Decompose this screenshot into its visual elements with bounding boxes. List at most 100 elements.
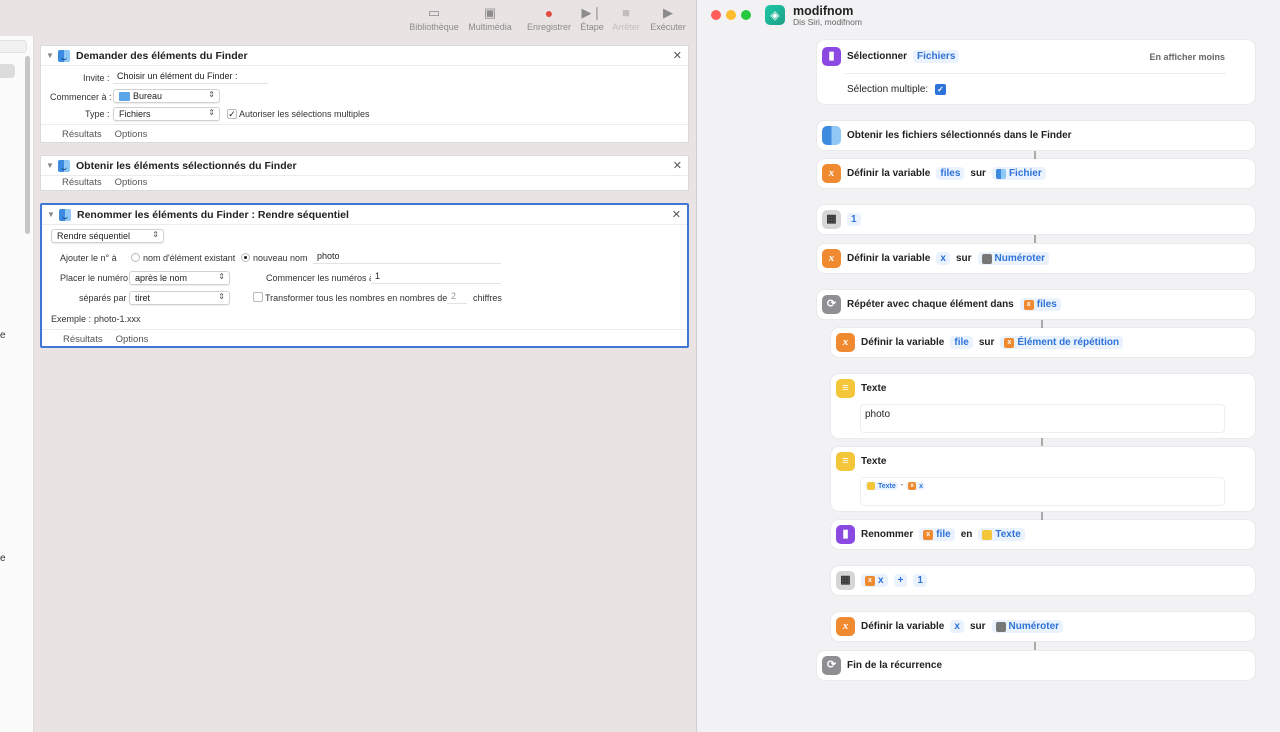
close-icon[interactable]: ✕ [673, 49, 682, 62]
operand-value-token[interactable]: 1 [913, 574, 927, 587]
set-variable-files-action[interactable]: x Définir la variable files sur Fichier [817, 159, 1255, 188]
transform-numbers-label: Transformer tous les nombres en nombres … [265, 293, 448, 303]
options-tab[interactable]: Options [115, 177, 148, 188]
calculator-icon: ▦ [822, 210, 841, 229]
library-scrollbar[interactable] [25, 56, 30, 234]
text-icon [867, 482, 875, 490]
library-selected-item[interactable] [0, 64, 15, 78]
shortcuts-window: ◈ modifnom Dis Siri, modifnom ▮ Sélectio… [696, 0, 1280, 732]
transform-numbers-checkbox[interactable] [253, 292, 263, 302]
results-tab[interactable]: Résultats [62, 177, 102, 188]
separator-popup[interactable]: tiret [129, 291, 230, 305]
window-close-button[interactable] [711, 10, 721, 20]
files-type-token[interactable]: Fichiers [913, 50, 960, 63]
show-less-button[interactable]: En afficher moins [1149, 52, 1225, 62]
rename-finder-items-action[interactable]: ▼ Renommer les éléments du Finder : Rend… [40, 203, 689, 348]
library-button[interactable]: ▭ Bibliothèque [408, 4, 460, 32]
disclosure-chevron-icon[interactable]: ▼ [47, 210, 59, 219]
get-finder-selection-action[interactable]: Obtenir les fichiers sélectionnés dans l… [817, 121, 1255, 150]
number-action[interactable]: ▦ 1 [817, 205, 1255, 234]
play-icon: ▶ [663, 5, 673, 20]
existing-name-radio[interactable] [131, 253, 140, 262]
options-tab[interactable]: Options [115, 129, 148, 140]
repeat-each-action[interactable]: ⟳ Répéter avec chaque élément dans x file… [817, 290, 1255, 319]
text-concat-action[interactable]: ≡ Texte Texte - xx [831, 447, 1255, 511]
close-icon[interactable]: ✕ [672, 208, 681, 221]
multi-select-checkbox[interactable]: ✓ [227, 109, 237, 119]
invite-field[interactable]: Choisir un élément du Finder : [113, 70, 268, 84]
start-at-popup[interactable]: Bureau [113, 89, 220, 103]
rename-target-token[interactable]: x file [919, 528, 955, 541]
sidebar-icon: ▭ [427, 5, 441, 20]
variable-icon: x [1023, 299, 1034, 310]
repeat-icon: ⟳ [822, 295, 841, 314]
step-button[interactable]: ▶❘ Étape [578, 4, 606, 32]
variable-icon: x [836, 333, 855, 352]
media-icon: ▣ [483, 5, 497, 20]
type-popup[interactable]: Fichiers [113, 107, 220, 121]
text-content-field[interactable]: Texte - xx [860, 477, 1225, 506]
operator-token[interactable]: + [893, 574, 908, 587]
action-connector [355, 191, 375, 201]
variable-icon: x [822, 164, 841, 183]
variable-token[interactable]: xx [906, 482, 926, 490]
disclosure-chevron-icon[interactable]: ▼ [46, 51, 58, 60]
variable-value-token[interactable]: Numéroter [991, 620, 1064, 633]
finder-icon [58, 159, 70, 172]
end-repeat-action[interactable]: ⟳ Fin de la récurrence [817, 651, 1255, 680]
rename-mode-popup[interactable]: Rendre séquentiel [51, 229, 164, 243]
set-variable-file-action[interactable]: x Définir la variable file sur x Élément … [831, 328, 1255, 357]
start-numbers-field[interactable]: 1 [371, 270, 501, 284]
variable-name-token[interactable]: files [936, 167, 965, 180]
window-minimize-button[interactable] [726, 10, 736, 20]
run-button[interactable]: ▶ Exécuter [648, 4, 688, 32]
text-token[interactable]: Texte [865, 482, 898, 490]
shortcut-title[interactable]: modifnom [793, 4, 853, 18]
stop-button[interactable]: ■ Arrêter [611, 4, 641, 32]
set-variable-x-action[interactable]: x Définir la variable x sur Numéroter [831, 612, 1255, 641]
number-token[interactable]: 1 [847, 213, 861, 226]
close-icon[interactable]: ✕ [673, 159, 682, 172]
variable-name-token[interactable]: file [950, 336, 973, 349]
repeat-source-token[interactable]: x files [1019, 298, 1061, 311]
text-content-field[interactable]: photo [860, 404, 1225, 433]
digits-field[interactable]: 2 [447, 290, 467, 304]
variable-name-token[interactable]: x [950, 620, 964, 633]
variable-name-token[interactable]: x [936, 252, 950, 265]
calculate-action[interactable]: ▦ xx + 1 [831, 566, 1255, 595]
set-variable-x-action[interactable]: x Définir la variable x sur Numéroter [817, 244, 1255, 273]
window-zoom-button[interactable] [741, 10, 751, 20]
action-header[interactable]: ▼ Demander des éléments du Finder ✕ [41, 46, 688, 66]
record-button[interactable]: ● Enregistrer [525, 4, 573, 32]
rename-value-token[interactable]: Texte [978, 528, 1025, 541]
results-tab[interactable]: Résultats [62, 129, 102, 140]
text-photo-action[interactable]: ≡ Texte photo [831, 374, 1255, 438]
finder-icon [59, 208, 71, 221]
variable-value-token[interactable]: x Élément de répétition [1000, 336, 1124, 349]
options-tab[interactable]: Options [116, 334, 149, 345]
variable-icon: x [1004, 337, 1015, 348]
shortcut-subtitle: Dis Siri, modifnom [793, 17, 862, 27]
action-connector [1041, 438, 1043, 446]
place-number-popup[interactable]: après le nom [129, 271, 230, 285]
multi-select-checkbox[interactable]: ✓ [935, 84, 946, 95]
select-files-action[interactable]: ▮ Sélectionner Fichiers En afficher moin… [817, 40, 1255, 104]
disclosure-chevron-icon[interactable]: ▼ [46, 161, 58, 170]
rename-file-action[interactable]: ▮ Renommer x file en Texte [831, 520, 1255, 549]
ask-finder-items-action[interactable]: ▼ Demander des éléments du Finder ✕ Invi… [40, 45, 689, 143]
action-footer: Résultats Options [42, 329, 687, 349]
new-name-radio[interactable] [241, 253, 250, 262]
operand-token[interactable]: xx [861, 574, 888, 587]
variable-value-token[interactable]: Fichier [991, 167, 1046, 180]
new-name-field[interactable]: photo [313, 250, 501, 264]
document-icon: ▮ [836, 525, 855, 544]
results-tab[interactable]: Résultats [63, 334, 103, 345]
library-search-field[interactable] [0, 40, 27, 53]
action-header[interactable]: ▼ Renommer les éléments du Finder : Rend… [42, 205, 687, 225]
text-icon: ≡ [836, 379, 855, 398]
library-text-fragment: e [0, 330, 6, 341]
text-icon [982, 529, 993, 540]
media-button[interactable]: ▣ Multimédia [466, 4, 514, 32]
get-selected-finder-items-action[interactable]: ▼ Obtenir les éléments sélectionnés du F… [40, 155, 689, 191]
variable-value-token[interactable]: Numéroter [977, 252, 1050, 265]
